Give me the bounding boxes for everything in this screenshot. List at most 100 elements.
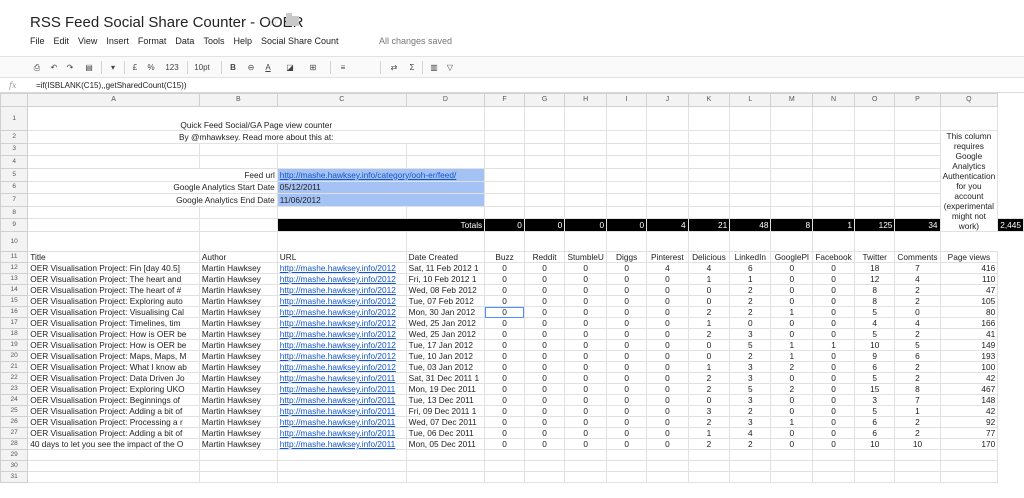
row-header[interactable]: 17: [0, 317, 29, 329]
select-all-corner[interactable]: [0, 93, 29, 107]
cell[interactable]: 0: [646, 350, 689, 362]
bold-button[interactable]: B: [228, 61, 238, 74]
config-label[interactable]: Feed url: [27, 167, 278, 182]
cell[interactable]: 3: [729, 361, 772, 373]
cell[interactable]: 0: [564, 438, 608, 450]
cell[interactable]: [484, 231, 525, 252]
cell[interactable]: [27, 155, 200, 169]
cell[interactable]: 0: [564, 394, 608, 406]
cell[interactable]: [729, 231, 772, 252]
cell[interactable]: 15: [854, 383, 896, 395]
cell[interactable]: OER Visualisation Project: Adding a bit …: [27, 405, 200, 417]
cell[interactable]: 0: [564, 427, 608, 439]
row-header[interactable]: 23: [0, 383, 29, 395]
cell[interactable]: 0: [606, 328, 648, 340]
cell[interactable]: 0: [646, 416, 689, 428]
cell[interactable]: 4: [894, 317, 941, 329]
cell[interactable]: OER Visualisation Project: The heart of …: [27, 284, 200, 296]
cell[interactable]: 0: [606, 317, 648, 329]
cell[interactable]: [894, 167, 941, 182]
cell[interactable]: 0: [484, 306, 525, 318]
cell[interactable]: [646, 449, 689, 461]
cell[interactable]: 42: [939, 372, 999, 384]
total-cell[interactable]: 0: [564, 218, 608, 232]
cell[interactable]: 0: [606, 405, 648, 417]
menu-tools[interactable]: Tools: [203, 36, 224, 50]
url-link[interactable]: http://mashe.hawksey.info/2012: [276, 284, 407, 296]
cell[interactable]: 0: [564, 273, 608, 285]
cell[interactable]: [687, 449, 731, 461]
cell[interactable]: [770, 471, 814, 483]
url-link[interactable]: http://mashe.hawksey.info/2011: [276, 405, 407, 417]
cell[interactable]: [646, 460, 689, 472]
cell[interactable]: [894, 155, 941, 169]
cell[interactable]: [770, 205, 814, 220]
row-header[interactable]: 3: [0, 142, 29, 157]
feed-url-link[interactable]: http://mashe.hawksey.info/category/ooh-e…: [276, 167, 486, 182]
row-header[interactable]: 18: [0, 328, 29, 340]
cell[interactable]: [606, 193, 648, 207]
cell[interactable]: 1: [687, 317, 731, 329]
menu-data[interactable]: Data: [175, 36, 194, 50]
cell[interactable]: Tue, 13 Dec 2011: [405, 394, 486, 406]
cell[interactable]: [939, 106, 999, 131]
cell[interactable]: 0: [484, 383, 525, 395]
url-link[interactable]: http://mashe.hawksey.info/2012: [276, 273, 407, 285]
cell[interactable]: [646, 231, 689, 252]
percent-button[interactable]: %: [146, 61, 156, 74]
cell[interactable]: [276, 142, 407, 157]
total-cell[interactable]: 0: [523, 218, 566, 232]
cell[interactable]: [606, 449, 648, 461]
cell[interactable]: [646, 130, 689, 144]
cell[interactable]: 1: [770, 416, 814, 428]
cell[interactable]: 0: [812, 328, 856, 340]
cell[interactable]: 0: [523, 273, 566, 285]
cell[interactable]: [27, 471, 200, 483]
row-header[interactable]: 19: [0, 339, 29, 351]
cell[interactable]: 5: [729, 339, 772, 351]
cell[interactable]: [729, 130, 772, 144]
cell[interactable]: [687, 180, 731, 195]
cell[interactable]: Wed, 08 Feb 2012: [405, 284, 486, 296]
cell[interactable]: 77: [939, 427, 999, 439]
cell[interactable]: 0: [894, 306, 941, 318]
cell[interactable]: 0: [606, 295, 648, 307]
cell[interactable]: [729, 205, 772, 220]
cell[interactable]: 0: [484, 262, 525, 274]
cell[interactable]: [405, 460, 486, 472]
cell[interactable]: [770, 180, 814, 195]
cell[interactable]: [484, 142, 525, 157]
cell[interactable]: [606, 471, 648, 483]
font-size-dropdown[interactable]: 10pt: [192, 61, 212, 74]
cell[interactable]: 0: [770, 295, 814, 307]
cell[interactable]: 0: [564, 262, 608, 274]
cell[interactable]: [276, 155, 407, 169]
cell[interactable]: 0: [606, 372, 648, 384]
cell[interactable]: [198, 218, 278, 232]
column-header-n[interactable]: N: [812, 93, 856, 107]
cell[interactable]: [854, 231, 896, 252]
cell[interactable]: 0: [770, 284, 814, 296]
cell[interactable]: 0: [687, 394, 731, 406]
url-link[interactable]: http://mashe.hawksey.info/2012: [276, 361, 407, 373]
cell[interactable]: [523, 142, 566, 157]
cell[interactable]: 0: [812, 383, 856, 395]
cell[interactable]: 0: [484, 317, 525, 329]
cell[interactable]: [484, 130, 525, 144]
cell[interactable]: 0: [687, 339, 731, 351]
cell[interactable]: [564, 471, 608, 483]
cell[interactable]: 0: [812, 416, 856, 428]
cell[interactable]: 0: [770, 273, 814, 285]
url-link[interactable]: http://mashe.hawksey.info/2011: [276, 383, 407, 395]
cell[interactable]: 6: [854, 416, 896, 428]
cell[interactable]: 4: [729, 427, 772, 439]
url-link[interactable]: http://mashe.hawksey.info/2012: [276, 328, 407, 340]
column-title[interactable]: GooglePl: [770, 251, 814, 263]
borders-icon[interactable]: ⊞: [307, 61, 319, 74]
cell[interactable]: [405, 231, 486, 252]
column-header-m[interactable]: M: [770, 93, 814, 107]
cell[interactable]: [894, 231, 941, 252]
cell[interactable]: 100: [939, 361, 999, 373]
cell[interactable]: [770, 155, 814, 169]
cell[interactable]: Martin Hawksey: [198, 438, 278, 450]
